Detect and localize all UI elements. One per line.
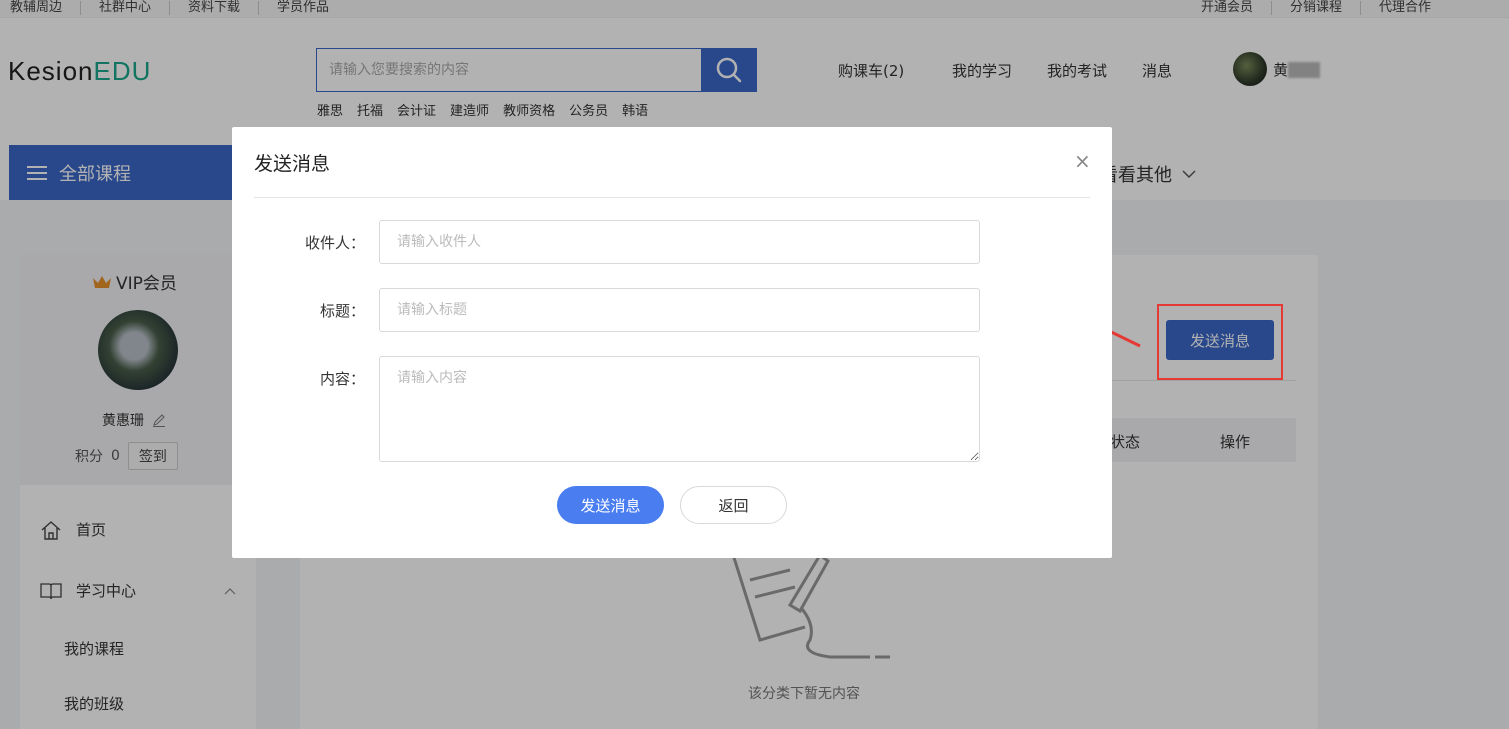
submit-send-button[interactable]: 发送消息 — [557, 486, 664, 524]
back-button[interactable]: 返回 — [680, 486, 787, 524]
subject-input[interactable] — [379, 288, 980, 332]
subject-label: 标题： — [319, 302, 365, 320]
send-message-dialog: 发送消息 × 收件人： 标题： 内容： 发送消息 返回 — [232, 127, 1112, 558]
content-label: 内容： — [319, 370, 365, 388]
content-textarea[interactable] — [379, 356, 980, 462]
recipient-label: 收件人： — [304, 234, 365, 252]
annotation-highlight-box — [1157, 304, 1283, 380]
dialog-divider — [254, 197, 1090, 198]
dialog-title: 发送消息 — [254, 153, 331, 175]
recipient-input[interactable] — [379, 220, 980, 264]
close-icon[interactable]: × — [1074, 149, 1091, 173]
